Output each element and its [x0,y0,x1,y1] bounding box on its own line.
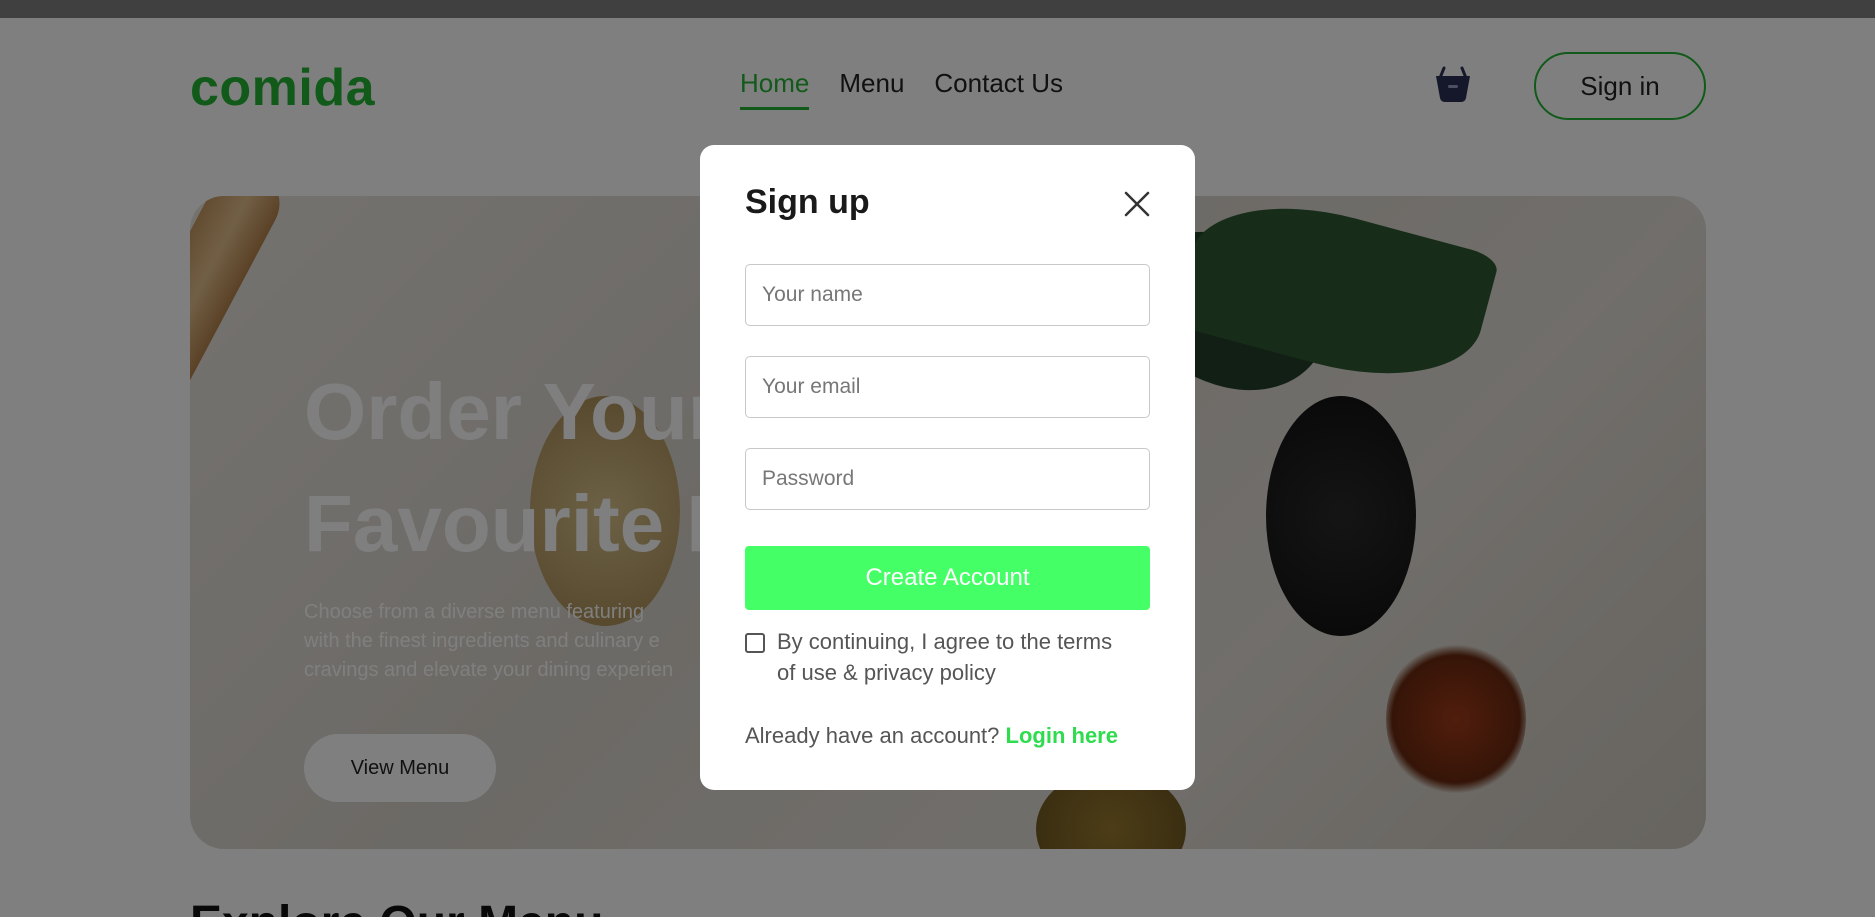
login-link[interactable]: Login here [1006,723,1118,748]
terms-line: By continuing, I agree to the terms [777,629,1113,654]
name-input[interactable] [745,264,1150,326]
login-prompt: Already have an account? Login here [745,723,1118,749]
close-icon[interactable] [1120,187,1154,221]
browser-top-bar [0,0,1875,18]
signup-modal: Sign up Create Account By continuing, I … [700,145,1195,790]
login-prompt-text: Already have an account? [745,723,1000,748]
password-input[interactable] [745,448,1150,510]
terms-checkbox[interactable] [745,633,765,653]
terms-label: By continuing, I agree to the terms of u… [777,626,1157,688]
terms-line: of use & privacy policy [777,660,996,685]
create-account-button[interactable]: Create Account [745,546,1150,610]
email-input[interactable] [745,356,1150,418]
modal-title: Sign up [745,183,870,221]
